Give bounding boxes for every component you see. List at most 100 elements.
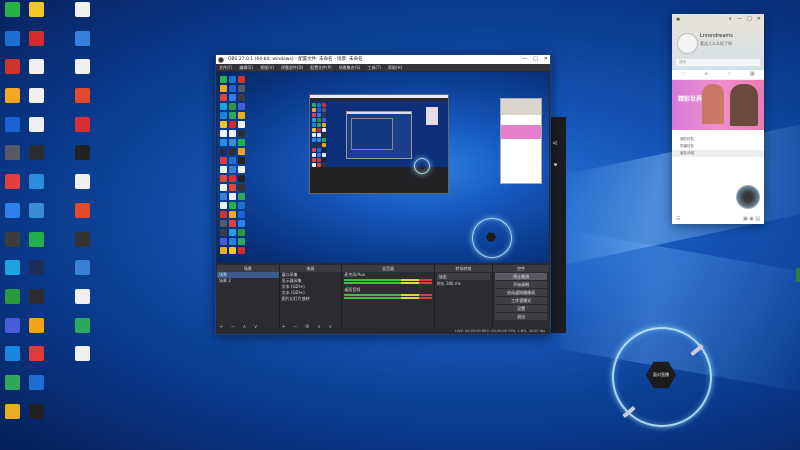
avatar[interactable] [677, 33, 698, 54]
desktop-shortcut-icon[interactable] [70, 59, 94, 88]
desktop-shortcut-icon[interactable] [24, 88, 48, 117]
desktop-shortcut-icon[interactable] [24, 59, 48, 88]
desktop-shortcut-icon[interactable] [0, 174, 24, 203]
desktop-shortcut-icon[interactable] [24, 288, 48, 318]
desktop-shortcut-icon[interactable] [0, 145, 24, 174]
app-icon [4, 88, 20, 104]
studio-mode-button[interactable]: 工作室模式 [495, 297, 547, 304]
menu-file[interactable]: 文件(F) [219, 64, 232, 71]
floating-avatar-widget[interactable] [736, 185, 760, 209]
banner-photo [702, 84, 724, 124]
share-icon[interactable]: ⋖ [552, 139, 558, 147]
close-button[interactable]: ✕ [757, 16, 761, 22]
maximize-button[interactable]: □ [533, 55, 538, 64]
duration-row: 时长 300 ms [435, 281, 493, 287]
desktop-shortcut-icon[interactable] [24, 30, 48, 60]
desktop-shortcut-icon[interactable] [70, 346, 94, 375]
contacts-tab-icon[interactable]: ♙ [704, 70, 708, 79]
menu-profile[interactable]: 配置文件(P) [310, 64, 332, 71]
desktop-shortcut-icon[interactable] [0, 231, 24, 261]
desktop-shortcut-icon[interactable] [0, 403, 24, 433]
maximize-button[interactable]: □ [747, 16, 752, 22]
preview-icon [322, 108, 326, 112]
preview-icon [220, 184, 227, 191]
preview-icon [220, 103, 227, 110]
minimize-button[interactable]: — [737, 16, 742, 22]
edge-widget[interactable] [796, 268, 800, 282]
preview-icon [238, 220, 245, 227]
desktop-shortcut-icon[interactable] [70, 174, 94, 203]
desktop-shortcut-icon[interactable] [24, 231, 48, 261]
desktop-shortcut-icon[interactable] [0, 346, 24, 375]
desktop-shortcut-icon[interactable] [24, 116, 48, 146]
settings-button[interactable]: 设置 [495, 305, 547, 312]
desktop-shortcut-icon[interactable] [0, 374, 24, 404]
preview-icon [322, 123, 326, 127]
desktop-shortcut-icon[interactable] [24, 145, 48, 174]
desktop-shortcut-icon[interactable] [0, 202, 24, 232]
desktop-shortcut-icon[interactable] [24, 374, 48, 404]
desktop-shortcut-icon[interactable] [70, 30, 94, 60]
duration-value[interactable]: 300 ms [446, 281, 461, 286]
start-recording-button[interactable]: 开始录制 [495, 281, 547, 288]
apps-tab-icon[interactable]: ▦ [750, 70, 755, 79]
desktop-shortcut-icon[interactable] [0, 260, 24, 289]
desktop-shortcut-icon[interactable] [24, 346, 48, 375]
close-button[interactable]: ✕ [544, 55, 548, 64]
messages-tab-icon[interactable]: ◌ [681, 70, 685, 79]
desktop-shortcut-icon[interactable] [24, 202, 48, 232]
desktop-shortcut-icon[interactable] [70, 288, 94, 318]
search-input[interactable]: 搜索 [676, 59, 760, 66]
preview-icon [220, 148, 227, 155]
desktop-shortcut-icon[interactable] [0, 30, 24, 60]
desktop-shortcut-icon[interactable] [70, 88, 94, 117]
desktop-shortcut-icon[interactable] [24, 174, 48, 203]
user-signature[interactable]: 看这儿么么哒了呀 [700, 41, 732, 47]
desktop-shortcut-icon[interactable] [24, 317, 48, 347]
desktop-shortcut-icon[interactable] [70, 145, 94, 174]
list-item[interactable]: 我的好友 [672, 136, 764, 143]
collapse-button[interactable]: ∨ [728, 16, 732, 22]
desktop-shortcut-icon[interactable] [0, 59, 24, 88]
exit-button[interactable]: 退出 [495, 313, 547, 320]
desktop-shortcut-icon[interactable] [0, 88, 24, 117]
list-item[interactable]: 朋友分组 [672, 150, 764, 157]
desktop-shortcut-icon[interactable] [70, 260, 94, 289]
menu-tools[interactable]: 工具(T) [367, 64, 381, 71]
desktop-shortcut-icon[interactable] [70, 116, 94, 146]
menu-icon[interactable]: ☰ [676, 216, 680, 222]
user-name: Lnrondreams [700, 33, 733, 39]
list-item[interactable]: 同事好友 [672, 143, 764, 150]
preview-icon [238, 247, 245, 254]
obs-docks: 场景 场景 场景 2 + − ∧ ∨ 来源 窗口采集 显示器采集 文本 (GDI… [217, 265, 549, 332]
transition-select[interactable]: 淡出 [436, 273, 491, 280]
desktop-shortcut-icon[interactable] [70, 231, 94, 261]
obs-title-bar[interactable]: OBS 27.0.1 (64-bit, windows) - 配置文件: 未命名… [216, 55, 550, 64]
desktop-shortcut-icon[interactable] [70, 202, 94, 232]
desktop-shortcut-icon[interactable] [0, 116, 24, 146]
obs-window[interactable]: OBS 27.0.1 (64-bit, windows) - 配置文件: 未命名… [215, 54, 551, 335]
desktop-shortcut-icon[interactable] [24, 2, 48, 31]
promo-banner[interactable]: 精彩世界 [672, 80, 764, 130]
stop-streaming-button[interactable]: 停止推流 [495, 273, 547, 280]
desktop-shortcut-icon[interactable] [70, 317, 94, 347]
desktop-shortcut-icon[interactable] [24, 403, 48, 433]
desktop-shortcut-icon[interactable] [0, 288, 24, 318]
desktop-shortcut-icon[interactable] [24, 260, 48, 289]
nested-obs-preview [309, 94, 449, 194]
obs-preview[interactable] [217, 72, 549, 263]
scene-item[interactable]: 场景 2 [217, 278, 279, 284]
menu-view[interactable]: 视图(V) [260, 64, 274, 71]
menu-docks[interactable]: 停靠部件(D) [281, 64, 303, 71]
menu-scene-collection[interactable]: 场景集合(S) [339, 64, 361, 71]
toolbar-icons[interactable]: ▣ ◉ ▤ [743, 216, 760, 222]
source-item[interactable]: 图片幻灯片放映 [280, 296, 342, 302]
menu-edit[interactable]: 编辑(E) [239, 64, 253, 71]
minimize-button[interactable]: — [522, 55, 527, 64]
menu-help[interactable]: 帮助(H) [388, 64, 402, 71]
groups-tab-icon[interactable]: ☆ [727, 70, 731, 79]
virtual-camera-button[interactable]: 启动虚拟摄像机 [495, 289, 547, 296]
desktop-shortcut-icon[interactable] [0, 2, 24, 31]
desktop-shortcut-icon[interactable] [70, 2, 94, 31]
desktop-shortcut-icon[interactable] [0, 317, 24, 347]
